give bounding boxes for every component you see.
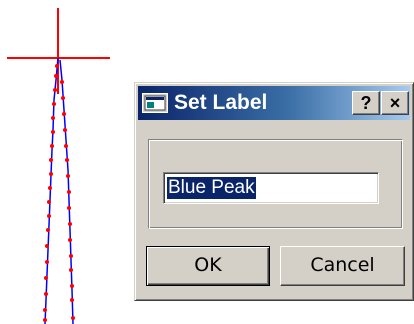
- window-app-icon: [142, 93, 168, 113]
- data-marker: [70, 284, 74, 288]
- ok-button[interactable]: OK: [146, 246, 270, 286]
- data-marker: [70, 298, 74, 302]
- data-marker: [60, 80, 64, 84]
- plot-area[interactable]: [0, 0, 140, 324]
- set-label-dialog: Set Label ? × Blue Peak OK Cancel: [134, 82, 414, 301]
- data-marker: [68, 222, 72, 226]
- data-marker: [43, 318, 47, 322]
- data-marker: [48, 186, 52, 190]
- close-button[interactable]: ×: [381, 91, 409, 115]
- cancel-button[interactable]: Cancel: [280, 246, 405, 286]
- label-input-value: Blue Peak: [167, 177, 256, 199]
- data-marker: [45, 244, 49, 248]
- data-marker: [68, 238, 72, 242]
- data-marker: [62, 112, 66, 116]
- data-marker: [46, 228, 50, 232]
- data-markers: [43, 64, 75, 322]
- help-button[interactable]: ?: [352, 91, 380, 115]
- data-marker: [50, 144, 54, 148]
- data-marker: [69, 268, 73, 272]
- data-marker: [54, 74, 58, 78]
- label-input[interactable]: Blue Peak: [163, 172, 379, 204]
- data-marker: [52, 102, 56, 106]
- data-marker: [45, 260, 49, 264]
- data-marker: [51, 116, 55, 120]
- data-marker: [71, 316, 75, 320]
- data-marker: [67, 206, 71, 210]
- data-marker: [43, 308, 47, 312]
- data-marker: [65, 158, 69, 162]
- dialog-title: Set Label: [174, 91, 268, 114]
- dialog-titlebar[interactable]: Set Label ? ×: [138, 86, 410, 120]
- data-marker: [47, 214, 51, 218]
- data-marker: [55, 64, 59, 68]
- data-marker: [47, 200, 51, 204]
- data-marker: [49, 158, 53, 162]
- data-marker: [63, 128, 67, 132]
- data-marker: [69, 254, 73, 258]
- data-marker: [44, 292, 48, 296]
- data-marker: [44, 276, 48, 280]
- data-marker: [67, 190, 71, 194]
- data-marker: [61, 96, 65, 100]
- data-marker: [64, 144, 68, 148]
- blue-trace-left: [44, 57, 59, 324]
- data-marker: [66, 174, 70, 178]
- data-marker: [53, 88, 57, 92]
- data-marker: [49, 172, 53, 176]
- data-marker: [51, 130, 55, 134]
